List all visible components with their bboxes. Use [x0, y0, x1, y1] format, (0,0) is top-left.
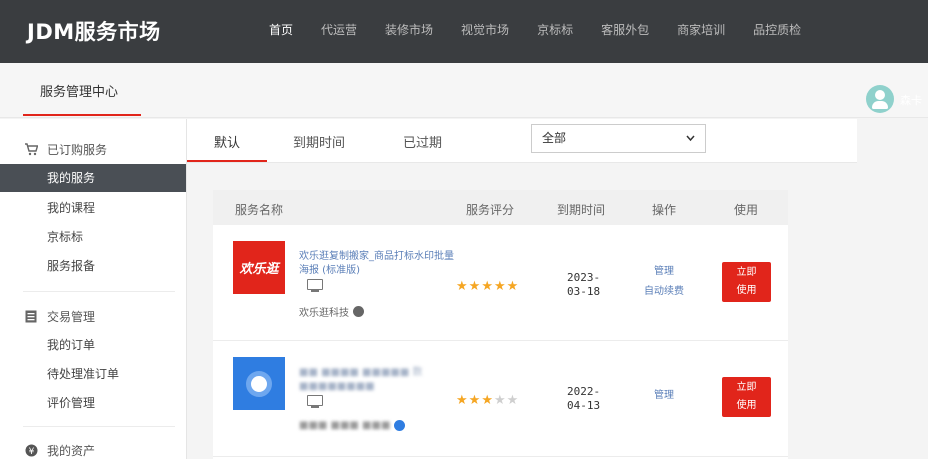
sidebar-divider: [23, 291, 175, 292]
avatar[interactable]: [866, 85, 894, 113]
column-header-expire: 到期时间: [557, 203, 606, 217]
username[interactable]: 森卡: [900, 92, 922, 108]
nav-item-customer-service[interactable]: 客服外包: [587, 0, 663, 63]
filter-selected-value: 全部: [542, 131, 567, 145]
service-name-link[interactable]: ■■ ■■■■ ■■■■■ 数 ■■■■■■■■: [299, 366, 454, 394]
expire-date-line: 2023-: [567, 271, 601, 284]
sidebar-item-pending-orders[interactable]: 待处理准订单: [0, 360, 186, 388]
top-navbar: JDM服务市场 首页 代运营 装修市场 视觉市场 京标标 客服外包 商家培训 品…: [0, 0, 928, 63]
sidebar-group-assets[interactable]: ¥ 我的资产: [24, 442, 95, 459]
main-nav: 首页 代运营 装修市场 视觉市场 京标标 客服外包 商家培训 品控质检: [255, 0, 815, 63]
sidebar-group-trade[interactable]: 交易管理: [24, 308, 95, 325]
services-table: 服务名称 服务评分 到期时间 操作 使用 欢乐逛 欢乐逛复制搬家_商品打标水印批…: [213, 190, 788, 459]
manage-link[interactable]: 管理: [643, 262, 685, 282]
logo[interactable]: JDM服务市场: [27, 16, 161, 46]
sidebar-item-my-courses[interactable]: 我的课程: [0, 194, 186, 222]
tab-expire-time[interactable]: 到期时间: [293, 132, 345, 151]
rating-stars: ★★★★★: [456, 279, 519, 294]
status-filter-select[interactable]: 全部: [531, 124, 706, 153]
sidebar-item-my-orders[interactable]: 我的订单: [0, 331, 186, 359]
svg-text:¥: ¥: [28, 447, 34, 457]
nav-item-agency[interactable]: 代运营: [307, 0, 371, 63]
use-now-button[interactable]: 立即 使用: [722, 262, 771, 302]
column-header-rating: 服务评分: [466, 203, 515, 217]
expire-date-line: 04-13: [567, 399, 601, 412]
verified-badge-icon: [353, 306, 364, 317]
service-thumbnail[interactable]: [233, 357, 285, 410]
table-row: ■■ ■■■■ ■■■■■ 数 ■■■■■■■■ ■■■ ■■■ ■■■ ★★★…: [213, 341, 788, 457]
tab-underline: [187, 160, 267, 162]
monitor-icon: [307, 395, 323, 408]
use-now-button[interactable]: 立即 使用: [722, 377, 771, 417]
service-thumbnail[interactable]: 欢乐逛: [233, 241, 285, 294]
nav-item-training[interactable]: 商家培训: [663, 0, 739, 63]
sidebar-item-my-services[interactable]: 我的服务: [0, 164, 186, 192]
star-icon: ★: [456, 279, 469, 294]
tab-expired[interactable]: 已过期: [403, 132, 442, 151]
title-underline: [23, 114, 141, 116]
column-header-name: 服务名称: [235, 203, 284, 217]
sub-header: 服务管理中心: [0, 63, 928, 118]
monitor-icon: [307, 279, 323, 292]
expire-date: 2022- 04-13: [567, 385, 600, 413]
vendor-info: ■■■ ■■■ ■■■: [299, 420, 406, 431]
nav-item-jingbiaobiao[interactable]: 京标标: [523, 0, 587, 63]
cart-icon: [24, 143, 38, 157]
tab-bar: 默认 到期时间 已过期: [187, 119, 857, 163]
expire-date: 2023- 03-18: [567, 271, 600, 299]
auto-renew-link[interactable]: 自动续费: [643, 282, 685, 302]
list-icon: [24, 310, 38, 324]
sidebar-group-label: 已订购服务: [47, 143, 108, 157]
sidebar-divider: [23, 426, 175, 427]
sidebar-item-jingbiaobiao[interactable]: 京标标: [0, 223, 186, 251]
expire-date-line: 2022-: [567, 385, 601, 398]
nav-item-quality[interactable]: 品控质检: [739, 0, 815, 63]
expire-date-line: 03-18: [567, 285, 601, 298]
rating-stars: ★★★★★: [456, 393, 519, 408]
manage-link[interactable]: 管理: [643, 386, 685, 406]
star-icon: ★: [481, 393, 494, 408]
chevron-down-icon: [686, 125, 695, 163]
button-label: 使用: [736, 400, 757, 411]
nav-item-decoration[interactable]: 装修市场: [371, 0, 447, 63]
app-logo-icon: [246, 370, 272, 397]
vendor-info: 欢乐逛科技: [299, 304, 364, 319]
thumbnail-text: 欢乐逛: [239, 262, 279, 277]
sidebar: 已订购服务 我的服务 我的课程 京标标 服务报备 交易管理 我的订单 待处理准订…: [0, 119, 187, 459]
page-title: 服务管理中心: [40, 85, 119, 100]
tab-default[interactable]: 默认: [214, 132, 240, 151]
sidebar-item-reviews[interactable]: 评价管理: [0, 389, 186, 417]
nav-item-visual[interactable]: 视觉市场: [447, 0, 523, 63]
column-header-actions: 操作: [652, 203, 677, 217]
sidebar-group-label: 我的资产: [47, 444, 96, 458]
sidebar-group-subscribed[interactable]: 已订购服务: [24, 141, 107, 158]
star-icon: ★: [493, 279, 507, 294]
vendor-name[interactable]: 欢乐逛科技: [299, 304, 349, 319]
yen-icon: ¥: [24, 444, 38, 458]
star-icon: ★: [456, 393, 469, 408]
star-icon: ★: [506, 279, 520, 294]
button-label: 使用: [736, 285, 757, 296]
service-name-link[interactable]: 欢乐逛复制搬家_商品打标水印批量海报 (标准版): [299, 250, 454, 278]
star-icon: ★: [468, 393, 482, 408]
column-header-use: 使用: [734, 203, 759, 217]
vendor-name[interactable]: ■■■ ■■■ ■■■: [299, 420, 390, 431]
button-label: 立即: [736, 382, 757, 393]
button-label: 立即: [736, 267, 757, 278]
table-header: 服务名称 服务评分 到期时间 操作 使用: [213, 190, 788, 225]
nav-item-home[interactable]: 首页: [255, 0, 307, 63]
verified-badge-icon: [394, 420, 406, 431]
table-row: 欢乐逛 欢乐逛复制搬家_商品打标水印批量海报 (标准版) 欢乐逛科技 ★★★★★…: [213, 225, 788, 341]
sidebar-group-label: 交易管理: [47, 310, 96, 324]
star-empty-icon: ★: [506, 393, 520, 408]
star-icon: ★: [468, 279, 482, 294]
star-empty-icon: ★: [493, 393, 507, 408]
star-icon: ★: [481, 279, 494, 294]
sidebar-item-service-report[interactable]: 服务报备: [0, 252, 186, 280]
